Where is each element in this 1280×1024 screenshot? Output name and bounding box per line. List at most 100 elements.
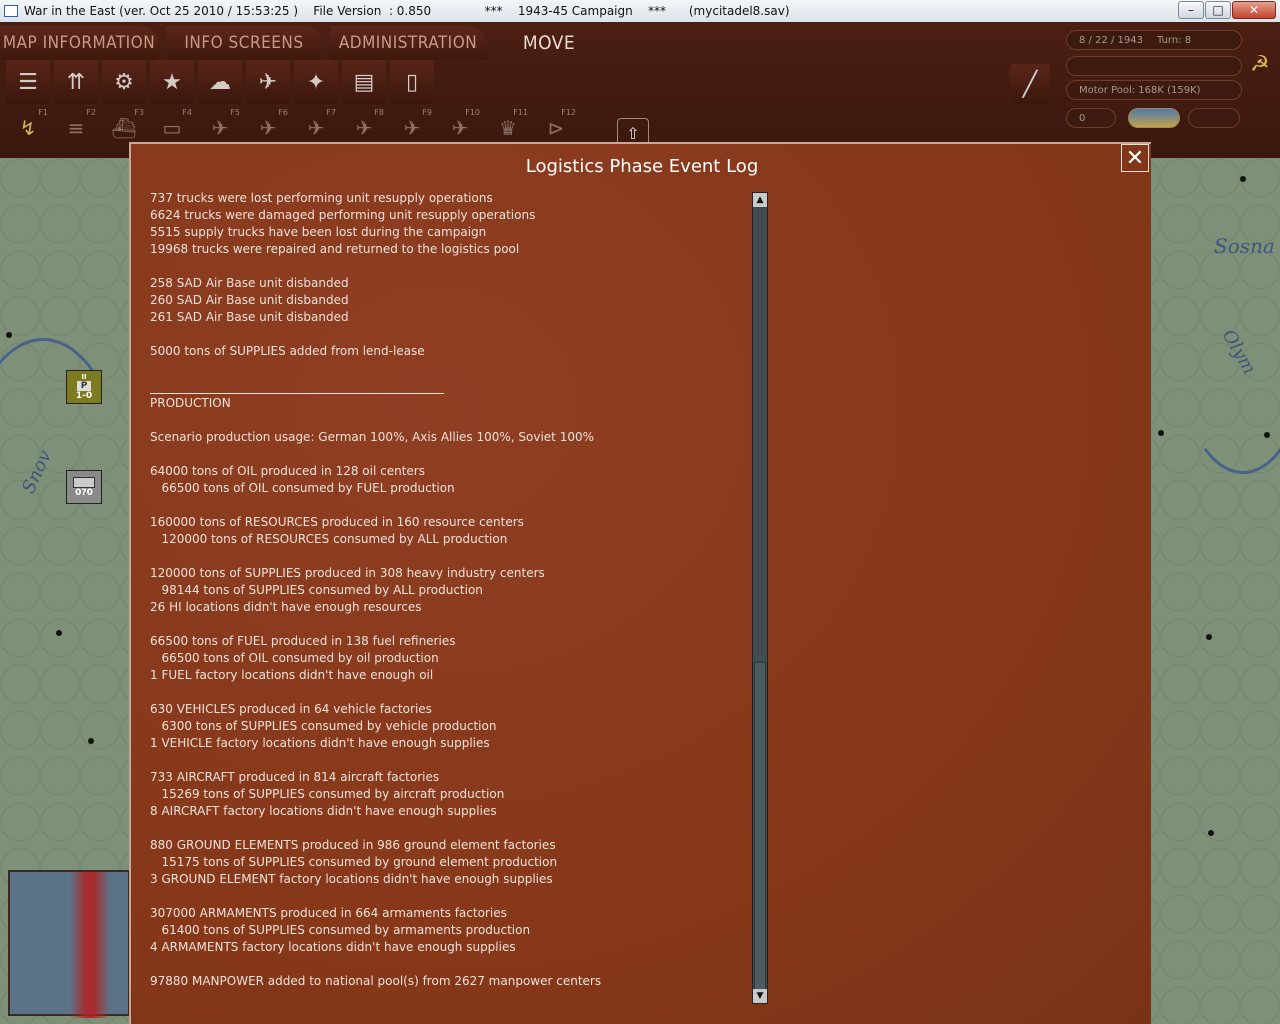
log-line: 258 SAD Air Base unit disbanded <box>150 276 349 290</box>
maximize-button[interactable]: □ <box>1205 1 1231 19</box>
close-window-button[interactable]: ✕ <box>1232 1 1276 19</box>
scroll-thumb[interactable] <box>754 661 766 991</box>
log-line: 630 VEHICLES produced in 64 vehicle fact… <box>150 702 432 716</box>
map-town <box>6 332 12 338</box>
motor-pool-value: Motor Pool: 168K (159K) <box>1079 84 1201 96</box>
log-line: Scenario production usage: German 100%, … <box>150 430 595 444</box>
fkey-label: F11 <box>513 108 528 117</box>
top-control-panel: MAP INFORMATION INFO SCREENS ADMINISTRAT… <box>0 22 1280 158</box>
log-line: 733 AIRCRAFT produced in 814 aircraft fa… <box>150 770 440 784</box>
counter-value: 0 <box>1079 112 1086 124</box>
log-line: 5515 supply trucks have been lost during… <box>150 225 487 239</box>
fkey-label: F8 <box>374 108 384 117</box>
movement-icon[interactable]: ↯ F1 <box>6 108 50 148</box>
window-title: War in the East (ver. Oct 25 2010 / 15:5… <box>24 4 790 18</box>
log-line: 307000 ARMAMENTS produced in 664 armamen… <box>150 906 507 920</box>
dialog-close-button[interactable]: ✕ <box>1121 144 1149 172</box>
unit-counter[interactable]: II P 1-0 <box>66 370 102 404</box>
unit-strength: 0?0 <box>75 487 93 498</box>
unit-type: P <box>76 381 92 391</box>
section-divider <box>150 377 444 394</box>
empty-indicator-box[interactable] <box>1188 108 1240 128</box>
minimap[interactable] <box>8 870 130 1018</box>
log-line: 15175 tons of SUPPLIES consumed by groun… <box>150 855 558 869</box>
map-town <box>56 630 62 636</box>
scroll-up-arrow[interactable]: ▲ <box>753 193 767 207</box>
gear-icon[interactable]: ⚙ <box>102 60 146 104</box>
weather-indicator[interactable] <box>1128 108 1180 128</box>
unit-counter[interactable]: 0?0 <box>66 470 102 504</box>
tank-list-icon[interactable]: ☰ <box>6 60 50 104</box>
log-line: 120000 tons of RESOURCES consumed by ALL… <box>150 532 508 546</box>
log-line: 97880 MANPOWER added to national pool(s)… <box>150 974 602 988</box>
map-town <box>1208 830 1214 836</box>
minimize-button[interactable]: – <box>1178 1 1204 19</box>
close-icon: ✕ <box>1125 145 1145 171</box>
log-line: 5000 tons of SUPPLIES added from lend-le… <box>150 344 425 358</box>
map-town <box>1264 432 1270 438</box>
minimap-front-line <box>70 872 110 1018</box>
rail-move-icon[interactable]: ≡ F2 <box>54 108 98 148</box>
map-town <box>1206 634 1212 640</box>
log-line: 64000 tons of OIL produced in 128 oil ce… <box>150 464 425 478</box>
log-line: 4 ARMAMENTS factory locations didn't hav… <box>150 940 516 954</box>
satellite-icon[interactable]: ✦ <box>294 60 338 104</box>
tab-administration[interactable]: ADMINISTRATION <box>330 26 486 60</box>
air-missions-icon[interactable]: ✈ <box>246 60 290 104</box>
log-line: 66500 tons of OIL consumed by oil produc… <box>150 651 439 665</box>
scroll-down-arrow[interactable]: ▼ <box>753 989 767 1003</box>
log-line: 1 FUEL factory locations didn't have eno… <box>150 668 434 682</box>
star-icon[interactable]: ★ <box>150 60 194 104</box>
log-line: 260 SAD Air Base unit disbanded <box>150 293 349 307</box>
fkey-label: F1 <box>38 108 48 117</box>
map-town <box>88 738 94 744</box>
window-title-bar: War in the East (ver. Oct 25 2010 / 15:5… <box>0 0 1280 23</box>
counter-box[interactable]: 0 <box>1066 108 1116 128</box>
map-town <box>1158 430 1164 436</box>
log-line: 8 AIRCRAFT factory locations didn't have… <box>150 804 497 818</box>
map-label-sosna: Sosna <box>1214 234 1275 258</box>
empty-status-box <box>1066 56 1242 76</box>
log-line: 26 HI locations didn't have enough resou… <box>150 600 422 614</box>
fkey-label: F3 <box>134 108 144 117</box>
tab-info-screens[interactable]: INFO SCREENS <box>166 26 322 60</box>
fkey-label: F9 <box>422 108 432 117</box>
unit-type-box <box>73 476 95 488</box>
unit-strength: 1-0 <box>75 391 93 401</box>
log-line: 6300 tons of SUPPLIES consumed by vehicl… <box>150 719 497 733</box>
log-scrollbar[interactable]: ▲ ▼ <box>752 192 768 1004</box>
log-line: 98144 tons of SUPPLIES consumed by ALL p… <box>150 583 483 597</box>
log-line: 61400 tons of SUPPLIES consumed by armam… <box>150 923 531 937</box>
app-icon <box>4 5 18 17</box>
unit-stack-icon[interactable]: ⇈ <box>54 60 98 104</box>
fkey-label: F4 <box>182 108 192 117</box>
date-value: 8 / 22 / 1943 <box>1079 34 1143 46</box>
phone-icon[interactable]: ▯ <box>390 60 434 104</box>
tab-map-information[interactable]: MAP INFORMATION <box>0 26 158 60</box>
fkey-label: F7 <box>326 108 336 117</box>
rail-icon[interactable]: ▤ <box>342 60 386 104</box>
draw-line-icon[interactable]: ╱ <box>1010 64 1050 104</box>
logistics-event-log-dialog: Logistics Phase Event Log ✕ 737 trucks w… <box>129 142 1151 1024</box>
log-line: 261 SAD Air Base unit disbanded <box>150 310 349 324</box>
dialog-title: Logistics Phase Event Log <box>525 156 759 177</box>
event-log-text: 737 trucks were lost performing unit res… <box>150 190 750 1020</box>
log-line: 15269 tons of SUPPLIES consumed by aircr… <box>150 787 505 801</box>
turn-value: Turn: 8 <box>1157 34 1192 46</box>
log-line: 737 trucks were lost performing unit res… <box>150 191 493 205</box>
log-line: 880 GROUND ELEMENTS produced in 986 grou… <box>150 838 556 852</box>
log-line: 19968 trucks were repaired and returned … <box>150 242 520 256</box>
tab-move[interactable]: MOVE <box>494 26 604 60</box>
fkey-label: F12 <box>561 108 576 117</box>
weather-icon[interactable]: ☁ <box>198 60 242 104</box>
